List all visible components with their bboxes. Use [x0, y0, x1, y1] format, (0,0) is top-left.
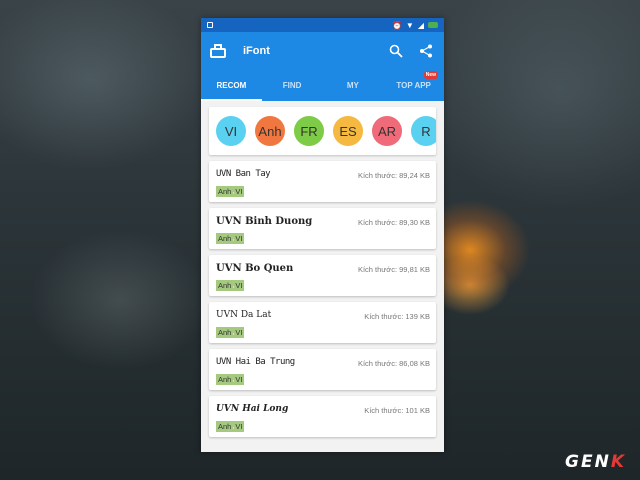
genk-watermark-logo: GENK [565, 452, 626, 472]
font-size: Kích thước: 86,08 KB [357, 359, 430, 368]
tag-label: Anh [218, 328, 232, 337]
language-tags: Anh, VI [216, 327, 245, 338]
language-chip-anh[interactable]: Anh [255, 116, 285, 146]
language-tags: Anh, VI [216, 374, 245, 385]
font-name: UVN Bo Quen [216, 263, 294, 274]
font-list-item[interactable]: UVN Ban Tay Kích thước: 89,24 KB Anh, VI [209, 161, 436, 202]
new-badge: New [423, 71, 438, 79]
language-chip-es[interactable]: ES [333, 116, 363, 146]
status-bar: ⏰ ▼ ◢ [201, 18, 444, 32]
font-name: UVN Da Lat [216, 310, 272, 320]
font-list-item[interactable]: UVN Binh Duong Kích thước: 89,30 KB Anh,… [209, 208, 436, 249]
tab-label: TOP APP [396, 80, 431, 90]
language-chip-r[interactable]: R [411, 116, 436, 146]
watermark-text: GEN [565, 452, 611, 472]
font-list-item[interactable]: UVN Bo Quen Kích thước: 99,81 KB Anh, VI [209, 255, 436, 296]
tab-recom[interactable]: RECOM [201, 69, 262, 101]
tab-label: RECOM [216, 80, 247, 90]
main-content: VI Anh FR ES AR R UVN Ban Tay Kích thước… [201, 101, 444, 437]
watermark-accent: K [610, 452, 626, 472]
tag-label: Anh [218, 281, 232, 290]
language-chip-vi[interactable]: VI [216, 116, 246, 146]
tag-label: Anh [218, 375, 232, 384]
app-title: iFont [243, 44, 270, 57]
font-size: Kích thước: 139 KB [364, 312, 430, 321]
tag-label: VI [235, 328, 243, 337]
tab-label: MY [346, 80, 359, 90]
tag-label: VI [235, 234, 243, 243]
font-name: UVN Ban Tay [216, 169, 271, 179]
battery-icon [428, 22, 438, 28]
tag-label: Anh [218, 187, 232, 196]
language-tags: Anh, VI [216, 233, 245, 244]
wifi-icon: ▼ [405, 20, 414, 30]
font-size: Kích thước: 89,24 KB [357, 171, 430, 180]
language-filter-row: VI Anh FR ES AR R [209, 107, 436, 155]
tag-label: VI [235, 187, 243, 196]
tab-find[interactable]: FIND [262, 69, 323, 101]
tag-label: Anh [218, 234, 232, 243]
font-name: UVN Hai Long [216, 404, 289, 414]
font-list-item[interactable]: UVN Da Lat Kích thước: 139 KB Anh, VI [209, 302, 436, 343]
tag-label: VI [235, 281, 243, 290]
app-bar: iFont [201, 32, 444, 69]
tab-bar: RECOM FIND MY TOP APP New [201, 69, 444, 101]
share-icon[interactable] [416, 41, 436, 61]
language-tags: Anh, VI [216, 421, 245, 432]
language-tags: Anh, VI [216, 280, 245, 291]
font-size: Kích thước: 99,81 KB [357, 265, 430, 274]
signal-icon: ◢ [417, 20, 424, 30]
font-name: UVN Hai Ba Trung [216, 357, 295, 367]
language-chip-fr[interactable]: FR [294, 116, 324, 146]
tag-label: VI [235, 422, 243, 431]
language-tags: Anh, VI [216, 186, 245, 197]
tab-my[interactable]: MY [323, 69, 384, 101]
tag-label: Anh [218, 422, 232, 431]
font-list-item[interactable]: UVN Hai Ba Trung Kích thước: 86,08 KB An… [209, 349, 436, 390]
language-chip-ar[interactable]: AR [372, 116, 402, 146]
gallery-notification-icon [207, 22, 213, 28]
search-icon[interactable] [386, 41, 406, 61]
font-size: Kích thước: 101 KB [364, 406, 430, 415]
alarm-icon: ⏰ [391, 20, 402, 30]
toolbox-icon[interactable] [209, 43, 227, 59]
tab-label: FIND [282, 80, 302, 90]
tag-label: VI [235, 375, 243, 384]
phone-screen: ⏰ ▼ ◢ iFont RECOM FIND MY TOP APP New VI… [201, 18, 444, 452]
tab-top-app[interactable]: TOP APP New [383, 69, 444, 101]
font-name: UVN Binh Duong [216, 216, 313, 227]
status-icons: ⏰ ▼ ◢ [392, 21, 438, 30]
font-list-item[interactable]: UVN Hai Long Kích thước: 101 KB Anh, VI [209, 396, 436, 437]
font-size: Kích thước: 89,30 KB [357, 218, 430, 227]
